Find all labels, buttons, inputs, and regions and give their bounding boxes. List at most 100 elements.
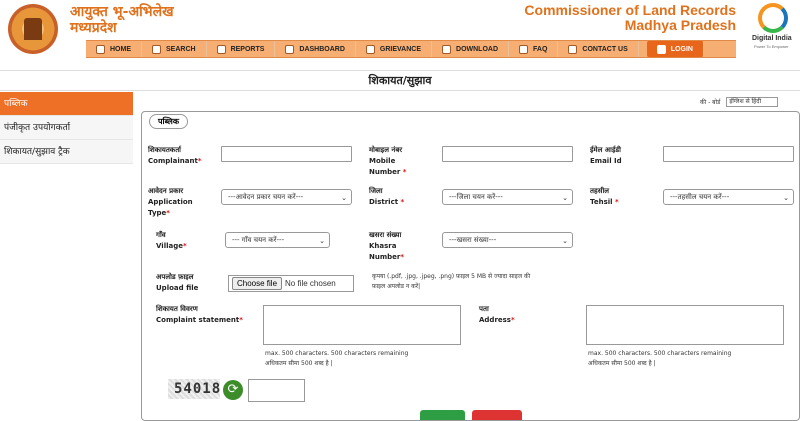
tehsil-label-en: Tehsil bbox=[590, 198, 613, 206]
nav-grievance[interactable]: GRIEVANCE bbox=[356, 41, 433, 57]
faq-icon bbox=[519, 44, 529, 54]
khasra-select[interactable]: ---खसरा संख्या--- ⌄ bbox=[442, 232, 573, 248]
nav-search[interactable]: SEARCH bbox=[142, 41, 207, 57]
app-type-label-en2: Type bbox=[148, 209, 167, 217]
upload-note-line1: कृपया (.pdf, .jpg, .jpeg, .png) फ़ाइल 5 … bbox=[372, 273, 531, 280]
nav-login-label: LOGIN bbox=[670, 45, 693, 53]
statement-label-en: Complaint statement bbox=[156, 316, 240, 324]
tehsil-label: तहसील Tehsil * bbox=[590, 186, 619, 208]
nav-home[interactable]: HOME bbox=[86, 41, 142, 57]
nav-login-button[interactable]: LOGIN bbox=[646, 41, 704, 57]
required-marker: * bbox=[239, 316, 243, 324]
nav-contact-label: CONTACT US bbox=[582, 45, 628, 53]
mobile-input[interactable] bbox=[442, 146, 573, 162]
tehsil-label-hi: तहसील bbox=[590, 187, 609, 195]
nav-contact-us[interactable]: CONTACT US bbox=[558, 41, 639, 57]
nav-dashboard-label: DASHBOARD bbox=[299, 45, 345, 53]
address-char-note: max. 500 characters. 500 characters rema… bbox=[588, 349, 731, 369]
app-type-selected: ---आवेदन प्रकार चयन करें--- bbox=[228, 193, 304, 201]
sidebar-item-registered-user[interactable]: पंजीकृत उपयोगकर्ता bbox=[0, 116, 133, 140]
district-select[interactable]: ---जिला चयन करें--- ⌄ bbox=[442, 189, 573, 205]
khasra-label-en2: Number bbox=[369, 253, 401, 261]
chevron-down-icon: ⌄ bbox=[562, 194, 568, 202]
sidebar-item-public[interactable]: पब्लिक bbox=[0, 92, 133, 116]
captcha-image: 54018 bbox=[168, 379, 220, 399]
hindi-title-line1: आयुक्त भू-अभिलेख bbox=[70, 4, 174, 20]
nav-search-label: SEARCH bbox=[166, 45, 196, 53]
nav-faq[interactable]: FAQ bbox=[509, 41, 559, 57]
digital-india-tagline: Power To Empower bbox=[754, 44, 789, 49]
reset-button[interactable] bbox=[472, 410, 522, 420]
chevron-down-icon: ⌄ bbox=[341, 194, 347, 202]
captcha-input[interactable] bbox=[248, 379, 305, 402]
keyboard-language-select[interactable]: इंग्लिश से हिंदी bbox=[726, 97, 779, 107]
upload-file-input[interactable]: Choose file No file chosen bbox=[228, 275, 354, 292]
chevron-down-icon: ⌄ bbox=[783, 194, 789, 202]
tehsil-select[interactable]: ---तहसील चयन करें--- ⌄ bbox=[663, 189, 794, 205]
address-note-line2: अधिकतम सीमा 500 शब्द है | bbox=[588, 360, 656, 367]
digital-india-mark-icon bbox=[758, 3, 788, 33]
complaint-statement-textarea[interactable] bbox=[263, 305, 461, 345]
choose-file-button[interactable]: Choose file bbox=[232, 277, 283, 290]
chevron-down-icon: ⌄ bbox=[319, 237, 325, 245]
upload-label-hi: अपलोड फ़ाइल bbox=[156, 273, 194, 281]
statement-note-line2: अधिकतम सीमा 500 शब्द है | bbox=[265, 360, 333, 367]
page-title: शिकायत/सुझाव bbox=[0, 70, 800, 91]
nav-reports-label: REPORTS bbox=[230, 45, 265, 53]
address-label-hi: पता bbox=[479, 305, 489, 313]
email-label: ईमेल आईडी Email Id bbox=[590, 145, 622, 167]
nav-download[interactable]: DOWNLOAD bbox=[432, 41, 510, 57]
english-title-line1: Commissioner of Land Records bbox=[524, 2, 736, 18]
statement-note-line1: max. 500 characters. 500 characters rema… bbox=[265, 350, 409, 357]
khasra-label-en1: Khasra bbox=[369, 242, 397, 250]
district-label-en: District bbox=[369, 198, 399, 206]
khasra-label: खसरा संख्या Khasra Number* bbox=[369, 230, 404, 263]
home-icon bbox=[96, 44, 105, 54]
statement-label-hi: शिकायत विवरण bbox=[156, 305, 198, 313]
digital-india-text: Digital India bbox=[752, 35, 792, 42]
file-status: No file chosen bbox=[285, 279, 336, 288]
app-type-label-en1: Application bbox=[148, 198, 193, 206]
refresh-captcha-icon[interactable]: ⟳ bbox=[223, 380, 243, 400]
english-site-title: Commissioner of Land Records Madhya Prad… bbox=[524, 3, 736, 33]
complaint-statement-label: शिकायत विवरण Complaint statement* bbox=[156, 304, 243, 326]
sidebar-item-track-complaint[interactable]: शिकायत/सुझाव ट्रैक bbox=[0, 140, 133, 164]
keyboard-language-bar: की - बोर्ड इंग्लिश से हिंदी bbox=[700, 97, 779, 107]
complainant-input[interactable] bbox=[221, 146, 352, 162]
email-input[interactable] bbox=[663, 146, 794, 162]
hindi-site-title: आयुक्त भू-अभिलेख मध्यप्रदेश bbox=[70, 4, 174, 36]
nav-reports[interactable]: REPORTS bbox=[207, 41, 276, 57]
login-icon bbox=[656, 44, 666, 54]
village-label: गाँव Village* bbox=[156, 230, 187, 252]
digital-india-logo: Digital India Power To Empower bbox=[752, 3, 798, 53]
district-selected: ---जिला चयन करें--- bbox=[449, 193, 503, 201]
required-marker: * bbox=[197, 157, 202, 165]
village-selected: --- गाँव चयन करें--- bbox=[232, 236, 285, 244]
application-type-select[interactable]: ---आवेदन प्रकार चयन करें--- ⌄ bbox=[221, 189, 352, 205]
nav-faq-label: FAQ bbox=[533, 45, 548, 53]
district-label-hi: जिला bbox=[369, 187, 383, 195]
mobile-label-hi: मोबाइल नंबर bbox=[369, 146, 403, 154]
village-select[interactable]: --- गाँव चयन करें--- ⌄ bbox=[225, 232, 330, 248]
nav-dashboard[interactable]: DASHBOARD bbox=[275, 41, 356, 57]
upload-note: कृपया (.pdf, .jpg, .jpeg, .png) फ़ाइल 5 … bbox=[372, 272, 530, 292]
tehsil-selected: ---तहसील चयन करें--- bbox=[670, 193, 730, 201]
download-icon bbox=[442, 44, 452, 54]
sidebar: पब्लिक पंजीकृत उपयोगकर्ता शिकायत/सुझाव ट… bbox=[0, 92, 133, 164]
upload-label: अपलोड फ़ाइल Upload file bbox=[156, 272, 198, 294]
address-textarea[interactable] bbox=[586, 305, 784, 345]
required-marker: * bbox=[614, 198, 619, 206]
app-type-label-hi: आवेदन प्रकार bbox=[148, 187, 184, 195]
mobile-label: मोबाइल नंबर Mobile Number * bbox=[369, 145, 406, 178]
required-marker: * bbox=[510, 316, 515, 324]
khasra-selected: ---खसरा संख्या--- bbox=[449, 236, 497, 244]
english-title-line2: Madhya Pradesh bbox=[624, 17, 736, 33]
main-navbar: HOME SEARCH REPORTS DASHBOARD GRIEVANCE … bbox=[86, 40, 736, 58]
complainant-label-en: Complainant bbox=[148, 157, 198, 165]
upload-label-en: Upload file bbox=[156, 284, 199, 292]
village-label-en: Village bbox=[156, 242, 183, 250]
submit-button[interactable] bbox=[420, 410, 465, 420]
dashboard-icon bbox=[285, 44, 295, 54]
address-label: पता Address* bbox=[479, 304, 515, 326]
keyboard-label: की - बोर्ड bbox=[700, 99, 721, 106]
